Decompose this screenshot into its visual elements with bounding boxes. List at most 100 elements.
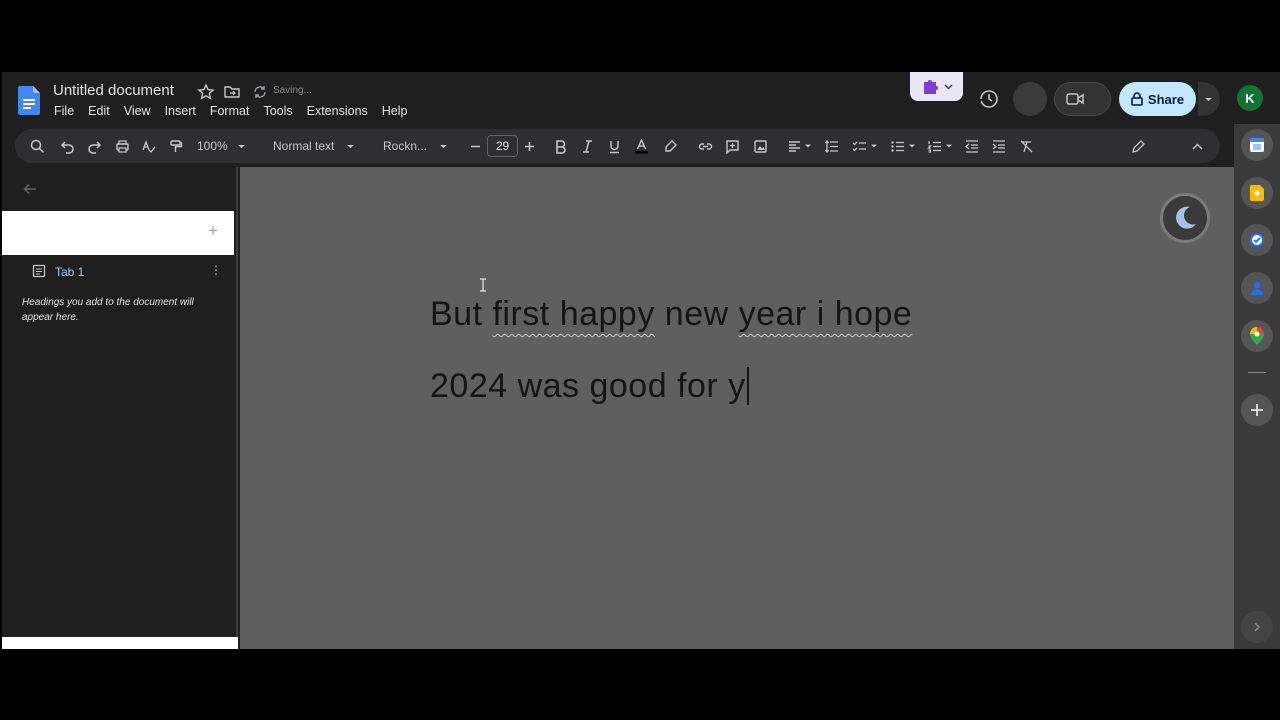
- docs-window: Untitled document Saving... File Edit Vi…: [2, 72, 1280, 649]
- calendar-icon[interactable]: [1241, 129, 1273, 161]
- caret-down-icon: [908, 144, 916, 148]
- sync-icon: [254, 86, 266, 98]
- tab-label: Tab 1: [55, 265, 85, 279]
- search-menus-icon[interactable]: [30, 129, 45, 163]
- zoom-select[interactable]: 100%: [197, 129, 246, 163]
- menu-bar: File Edit View Insert Format Tools Exten…: [54, 104, 422, 118]
- decrease-indent-icon[interactable]: [964, 129, 979, 163]
- saving-status: Saving...: [273, 85, 312, 96]
- caret-down-icon: [440, 144, 448, 148]
- formatting-toolbar: 100% Normal text Rockn... 29: [15, 129, 1220, 163]
- moon-icon: [1176, 206, 1196, 229]
- menu-help[interactable]: Help: [382, 104, 408, 118]
- bold-icon[interactable]: [553, 129, 568, 163]
- zoom-value: 100%: [197, 139, 228, 153]
- meet-button[interactable]: [1054, 82, 1111, 116]
- bulleted-list-icon[interactable]: [890, 129, 916, 163]
- share-button[interactable]: Share: [1119, 82, 1196, 116]
- contacts-icon[interactable]: [1241, 272, 1273, 304]
- menu-file[interactable]: File: [54, 104, 74, 118]
- print-icon[interactable]: [115, 129, 130, 163]
- insert-link-icon[interactable]: [698, 129, 713, 163]
- text-color-icon[interactable]: [634, 129, 649, 163]
- menu-extensions[interactable]: Extensions: [307, 104, 368, 118]
- share-dropdown-button[interactable]: [1198, 82, 1220, 116]
- menu-edit[interactable]: Edit: [88, 104, 110, 118]
- document-title[interactable]: Untitled document: [53, 82, 174, 99]
- maps-icon[interactable]: [1241, 320, 1273, 352]
- underline-icon[interactable]: [607, 129, 622, 163]
- show-side-panel-icon[interactable]: [1241, 611, 1273, 643]
- document-line-1: But first happy new year i hope: [430, 295, 912, 334]
- caret-down-icon: [347, 144, 355, 148]
- hide-menus-icon[interactable]: [1190, 129, 1205, 163]
- line-spacing-icon[interactable]: [824, 129, 839, 163]
- paragraph-style-select[interactable]: Normal text: [273, 129, 355, 163]
- misspelled-segment: first happy: [492, 295, 655, 333]
- increase-font-size-icon[interactable]: [522, 129, 537, 163]
- document-line-2: 2024 was good for y: [430, 367, 749, 406]
- share-label: Share: [1147, 91, 1185, 107]
- outline-hint: Headings you add to the document will ap…: [22, 297, 194, 323]
- checklist-icon[interactable]: [852, 129, 878, 163]
- docs-logo-icon[interactable]: [18, 86, 40, 115]
- get-addons-icon[interactable]: [1241, 394, 1273, 426]
- redo-icon[interactable]: [87, 129, 102, 163]
- rail-divider: [1248, 372, 1266, 373]
- tab-options-button[interactable]: ⋮: [210, 263, 222, 277]
- version-history-icon[interactable]: [977, 88, 999, 110]
- panel-footer: [2, 637, 238, 649]
- gemini-extension-button[interactable]: [910, 72, 963, 101]
- paragraph-style-value: Normal text: [273, 139, 335, 153]
- account-avatar[interactable]: K: [1237, 85, 1263, 111]
- star-icon[interactable]: [197, 83, 215, 101]
- highlight-color-icon[interactable]: [663, 129, 678, 163]
- increase-indent-icon[interactable]: [991, 129, 1006, 163]
- document-canvas[interactable]: But first happy new year i hope 2024 was…: [240, 167, 1234, 649]
- clear-formatting-icon[interactable]: [1019, 129, 1034, 163]
- align-left-icon[interactable]: [787, 129, 812, 163]
- mouse-ibeam-cursor: [480, 278, 486, 292]
- tab-item[interactable]: Tab 1 ⋮: [32, 263, 222, 281]
- side-panel-rail: [1234, 124, 1280, 649]
- insert-image-icon[interactable]: [753, 129, 768, 163]
- spellcheck-icon[interactable]: [141, 129, 156, 163]
- numbered-list-icon[interactable]: [927, 129, 953, 163]
- font-family-select[interactable]: Rockn...: [383, 129, 448, 163]
- video-camera-icon: [1066, 93, 1084, 105]
- font-family-value: Rockn...: [383, 139, 428, 153]
- document-tab-icon: [32, 264, 46, 278]
- tabs-header: +: [2, 211, 234, 255]
- lock-icon: [1131, 92, 1143, 106]
- caret-down-icon: [237, 144, 245, 148]
- menu-format[interactable]: Format: [210, 104, 250, 118]
- misspelled-segment: year i hope: [738, 295, 913, 333]
- paint-format-icon[interactable]: [168, 129, 183, 163]
- undo-icon[interactable]: [60, 129, 75, 163]
- text-segment: 2024 was good for y: [430, 367, 746, 405]
- caret-down-icon: [1205, 98, 1212, 101]
- move-folder-icon[interactable]: [223, 83, 241, 101]
- menu-tools[interactable]: Tools: [263, 104, 292, 118]
- decrease-font-size-icon[interactable]: [468, 129, 483, 163]
- tasks-icon[interactable]: [1241, 224, 1273, 256]
- menu-view[interactable]: View: [124, 104, 151, 118]
- text-segment: But: [430, 295, 493, 333]
- italic-icon[interactable]: [580, 129, 595, 163]
- keep-icon[interactable]: [1241, 177, 1273, 209]
- font-size-input[interactable]: 29: [487, 135, 518, 157]
- add-comment-icon[interactable]: [725, 129, 740, 163]
- add-tab-button[interactable]: +: [208, 221, 218, 241]
- text-segment: new: [654, 295, 739, 333]
- caret-down-icon: [945, 144, 953, 148]
- dark-mode-toggle[interactable]: [1160, 193, 1210, 243]
- caret-down-icon: [870, 144, 878, 148]
- editing-mode-icon[interactable]: [1131, 129, 1146, 163]
- text-cursor: [746, 367, 749, 405]
- puzzle-icon: [924, 80, 938, 94]
- back-arrow-icon[interactable]: [22, 181, 38, 197]
- header: Untitled document Saving... File Edit Vi…: [2, 72, 1280, 124]
- document-tabs-panel: + Tab 1 ⋮ Headings you add to the docume…: [2, 167, 238, 649]
- collaborator-avatar[interactable]: [1013, 82, 1047, 116]
- menu-insert[interactable]: Insert: [165, 104, 196, 118]
